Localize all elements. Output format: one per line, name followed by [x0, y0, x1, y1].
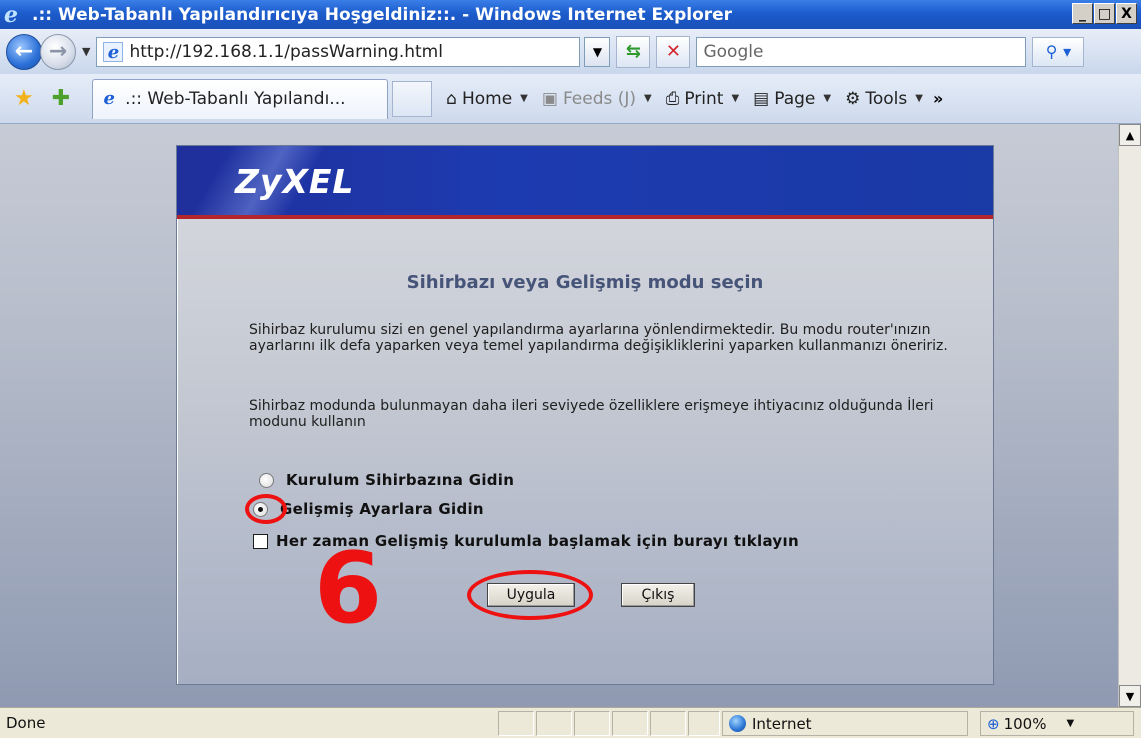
stop-button[interactable]: ✕ — [656, 35, 691, 68]
status-cell — [574, 711, 610, 736]
gear-icon: ⚙ — [845, 88, 861, 109]
stop-icon: ✕ — [665, 41, 682, 62]
page-menu-button[interactable]: ▤ Page ▼ — [753, 89, 831, 109]
feeds-button[interactable]: ▣ Feeds (J) ▼ — [542, 89, 652, 109]
add-favorites-icon[interactable]: ✚ — [52, 86, 70, 111]
tools-label: Tools — [865, 88, 908, 109]
chevron-down-icon[interactable]: ▼ — [915, 93, 923, 104]
tab-label: .:: Web-Tabanlı Yapılandı... — [125, 89, 346, 109]
chevron-down-icon[interactable]: ▼ — [1066, 718, 1074, 729]
window-controls: _ □ X — [1072, 3, 1137, 24]
search-button[interactable]: ⚲ ▾ — [1032, 36, 1085, 67]
new-tab-button[interactable] — [392, 80, 433, 117]
home-icon: ⌂ — [446, 88, 457, 109]
page-icon: ▤ — [753, 88, 770, 109]
close-button[interactable]: X — [1116, 3, 1137, 24]
zone-label: Internet — [752, 714, 812, 733]
tab-favicon-icon: e — [103, 88, 115, 109]
status-text: Done — [6, 714, 46, 732]
feeds-icon: ▣ — [541, 88, 558, 109]
vertical-scrollbar[interactable]: ▲ ▼ — [1118, 124, 1141, 707]
status-cell — [612, 711, 648, 736]
option-advanced[interactable]: Gelişmiş Ayarlara Gidin — [253, 500, 484, 518]
chevron-down-icon[interactable]: ▼ — [520, 93, 528, 104]
advanced-radio-label: Gelişmiş Ayarlara Gidin — [280, 500, 484, 518]
option-wizard[interactable]: Kurulum Sihirbazına Gidin — [259, 471, 514, 489]
favorites-star-icon[interactable]: ★ — [14, 86, 34, 111]
forward-arrow-icon: → — [48, 39, 68, 64]
tab-current[interactable]: e .:: Web-Tabanlı Yapılandı... — [92, 78, 389, 119]
search-input[interactable]: Google — [696, 36, 1027, 67]
wizard-radio-label: Kurulum Sihirbazına Gidin — [286, 471, 515, 489]
minimize-button[interactable]: _ — [1072, 3, 1093, 24]
search-placeholder: Google — [703, 41, 764, 62]
tools-menu-button[interactable]: ⚙ Tools ▼ — [845, 89, 923, 109]
maximize-button[interactable]: □ — [1094, 3, 1115, 24]
zoom-control[interactable]: ⊕ 100% ▼ — [980, 711, 1134, 736]
scroll-down-button[interactable]: ▼ — [1119, 685, 1141, 707]
chevron-down-icon: ▼ — [592, 44, 603, 59]
status-cell — [688, 711, 720, 736]
address-url[interactable]: http://192.168.1.1/passWarning.html — [129, 42, 443, 62]
status-cell — [650, 711, 686, 736]
address-dropdown-button[interactable]: ▼ — [584, 36, 611, 67]
advanced-description: Sihirbaz modunda bulunmayan daha ileri s… — [249, 398, 934, 430]
exit-button[interactable]: Çıkış — [621, 583, 695, 607]
toolbar-overflow-icon[interactable]: » — [933, 89, 943, 108]
print-button[interactable]: ⎙ Print ▼ — [666, 89, 739, 109]
annotation-circle-radio — [245, 494, 287, 524]
globe-icon — [729, 715, 746, 732]
page-heading: Sihirbazı veya Gelişmiş modu seçin — [406, 272, 764, 293]
refresh-icon: ⇆ — [625, 41, 642, 62]
printer-icon: ⎙ — [665, 88, 680, 109]
zyxel-banner: ZyXEL — [177, 146, 993, 219]
wizard-description: Sihirbaz kurulumu sizi en genel yapıland… — [249, 322, 948, 354]
chevron-down-icon[interactable]: ▼ — [644, 93, 652, 104]
refresh-button[interactable]: ⇆ — [616, 35, 651, 68]
feeds-label: Feeds (J) — [562, 88, 637, 109]
annotation-step-number: 6 — [314, 532, 383, 646]
scroll-up-button[interactable]: ▲ — [1119, 124, 1141, 146]
chevron-down-icon[interactable]: ▼ — [823, 93, 831, 104]
back-button[interactable]: ← — [6, 33, 42, 70]
security-zone[interactable]: Internet — [722, 711, 968, 736]
page-label: Page — [774, 88, 816, 109]
search-icon: ⚲ ▾ — [1045, 42, 1072, 61]
home-button[interactable]: ⌂ Home ▼ — [446, 89, 528, 109]
always-advanced-checkbox[interactable] — [253, 533, 268, 549]
navigation-bar: ← → ▼ e http://192.168.1.1/passWarning.h… — [0, 29, 1141, 74]
zyxel-logo: ZyXEL — [235, 162, 355, 201]
command-bar: ★ ✚ e .:: Web-Tabanlı Yapılandı... ⌂ Hom… — [0, 74, 1141, 124]
status-cell — [498, 711, 534, 736]
chevron-down-icon[interactable]: ▼ — [731, 93, 739, 104]
wizard-radio[interactable] — [259, 472, 274, 488]
history-dropdown-icon[interactable]: ▼ — [82, 45, 90, 58]
status-bar: Done Internet ⊕ 100% ▼ — [0, 707, 1141, 738]
page-favicon-icon: e — [103, 41, 124, 62]
status-cell — [536, 711, 572, 736]
annotation-circle-apply — [467, 570, 593, 620]
zoom-icon: ⊕ — [987, 714, 1000, 733]
print-label: Print — [684, 88, 724, 109]
zoom-level: 100% — [1003, 714, 1047, 733]
window-title: .:: Web-Tabanlı Yapılandırıcıya Hoşgeldi… — [32, 4, 733, 25]
forward-button[interactable]: → — [40, 33, 76, 70]
back-arrow-icon: ← — [14, 39, 34, 64]
ie-logo-icon: e — [4, 1, 18, 28]
address-bar[interactable]: e http://192.168.1.1/passWarning.html — [96, 36, 581, 67]
home-label: Home — [461, 88, 513, 109]
window-title-bar: e .:: Web-Tabanlı Yapılandırıcıya Hoşgel… — [0, 0, 1141, 29]
